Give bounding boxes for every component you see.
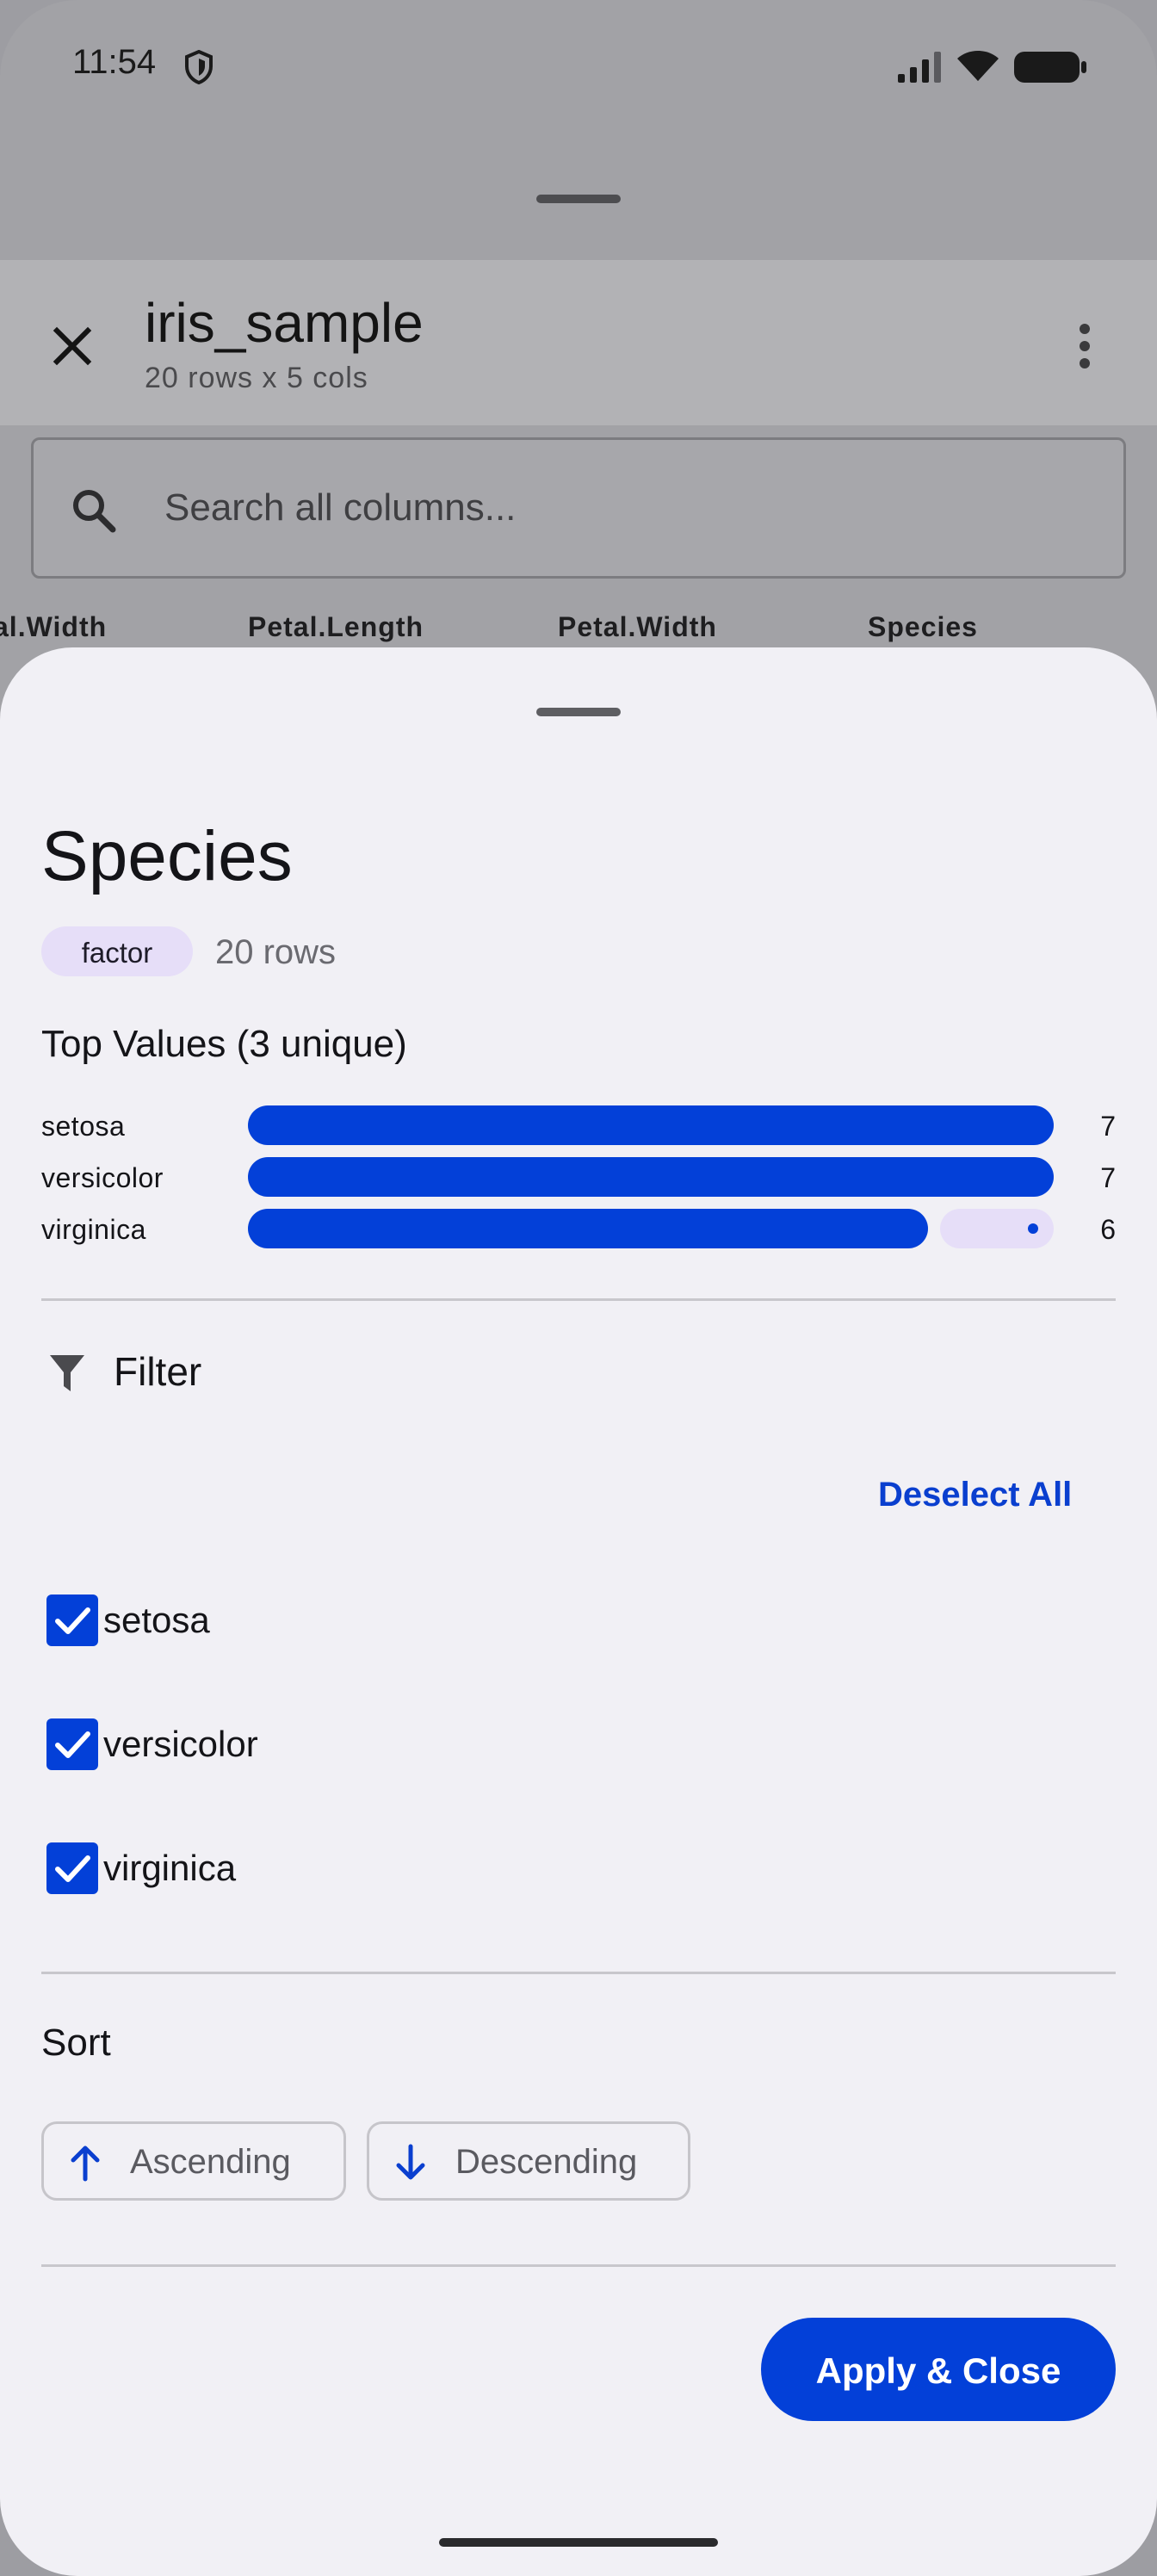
filter-option-label: virginica [103, 1848, 237, 1888]
signal-icon [898, 52, 941, 83]
rows-count: 20 rows [215, 933, 337, 971]
gesture-nav-handle[interactable] [439, 2538, 718, 2547]
column-header-sepal-width[interactable]: al.Width [0, 611, 107, 643]
filter-title: Filter [114, 1349, 202, 1394]
top-value-count: 6 [1100, 1214, 1116, 1245]
check-icon [55, 1607, 90, 1634]
filter-option-label: versicolor [103, 1724, 258, 1764]
shield-icon [185, 50, 213, 84]
checkbox[interactable] [46, 1842, 98, 1894]
sort-title: Sort [41, 2022, 111, 2064]
top-value-count: 7 [1100, 1111, 1116, 1142]
arrow-down-icon [396, 2144, 425, 2180]
background-sheet-handle [536, 195, 621, 203]
sort-descending-button[interactable]: Descending [367, 2121, 690, 2201]
column-type-chip: factor [41, 926, 193, 976]
sort-ascending-button[interactable]: Ascending [41, 2121, 346, 2201]
top-value-bar-fill [248, 1209, 928, 1248]
column-header-species[interactable]: Species [868, 611, 978, 643]
filter-option-setosa[interactable]: setosa [41, 1586, 644, 1655]
arrow-up-icon [71, 2146, 100, 2182]
more-vert-icon[interactable] [1064, 315, 1105, 377]
checkbox[interactable] [46, 1718, 98, 1770]
checkbox[interactable] [46, 1595, 98, 1646]
bar-end-dot [1028, 1223, 1038, 1234]
column-title: Species [41, 817, 293, 895]
filter-icon [50, 1355, 84, 1391]
sort-ascending-label: Ascending [130, 2143, 291, 2181]
top-value-label: virginica [41, 1214, 146, 1245]
check-icon [55, 1855, 90, 1882]
deselect-all-button[interactable]: Deselect All [878, 1476, 1072, 1514]
top-value-bar [248, 1207, 1054, 1250]
top-value-bar [248, 1155, 1054, 1198]
wifi-icon [957, 51, 999, 81]
phone-screen: 11:54 iris_sample 20 rows x 5 cols Searc… [0, 0, 1157, 2576]
divider [41, 1298, 1116, 1301]
battery-icon [1014, 52, 1086, 83]
top-value-bar-fill [248, 1157, 1054, 1197]
divider [41, 1972, 1116, 1974]
dataset-title: iris_sample [145, 292, 424, 354]
apply-close-button[interactable]: Apply & Close [761, 2318, 1116, 2421]
status-bar: 11:54 [0, 0, 1157, 129]
dataset-dimensions: 20 rows x 5 cols [145, 362, 368, 394]
top-values-title: Top Values (3 unique) [41, 1023, 407, 1065]
close-icon[interactable] [41, 315, 103, 377]
filter-option-versicolor[interactable]: versicolor [41, 1710, 644, 1779]
sheet-drag-handle[interactable] [536, 708, 621, 716]
top-value-label: versicolor [41, 1162, 164, 1193]
top-value-row: virginica 6 [41, 1207, 1116, 1250]
search-icon [73, 490, 116, 533]
top-value-label: setosa [41, 1111, 126, 1142]
apply-close-label: Apply & Close [815, 2350, 1061, 2391]
column-detail-sheet: Species factor 20 rows Top Values (3 uni… [0, 647, 1157, 2576]
top-value-bar-fill [248, 1105, 1054, 1145]
status-time: 11:54 [72, 43, 157, 81]
column-type-label: factor [81, 937, 153, 969]
top-value-row: setosa 7 [41, 1104, 1116, 1147]
column-header-petal-length[interactable]: Petal.Length [248, 611, 424, 643]
filter-option-label: setosa [103, 1600, 210, 1640]
search-field[interactable]: Search all columns... [31, 437, 1126, 579]
filter-option-virginica[interactable]: virginica [41, 1834, 644, 1903]
search-placeholder: Search all columns... [164, 486, 517, 529]
sort-descending-label: Descending [455, 2143, 638, 2181]
column-header-petal-width[interactable]: Petal.Width [558, 611, 717, 643]
top-value-count: 7 [1100, 1162, 1116, 1193]
divider [41, 2264, 1116, 2267]
top-value-bar [248, 1104, 1054, 1147]
check-icon [55, 1731, 90, 1758]
top-value-row: versicolor 7 [41, 1155, 1116, 1198]
